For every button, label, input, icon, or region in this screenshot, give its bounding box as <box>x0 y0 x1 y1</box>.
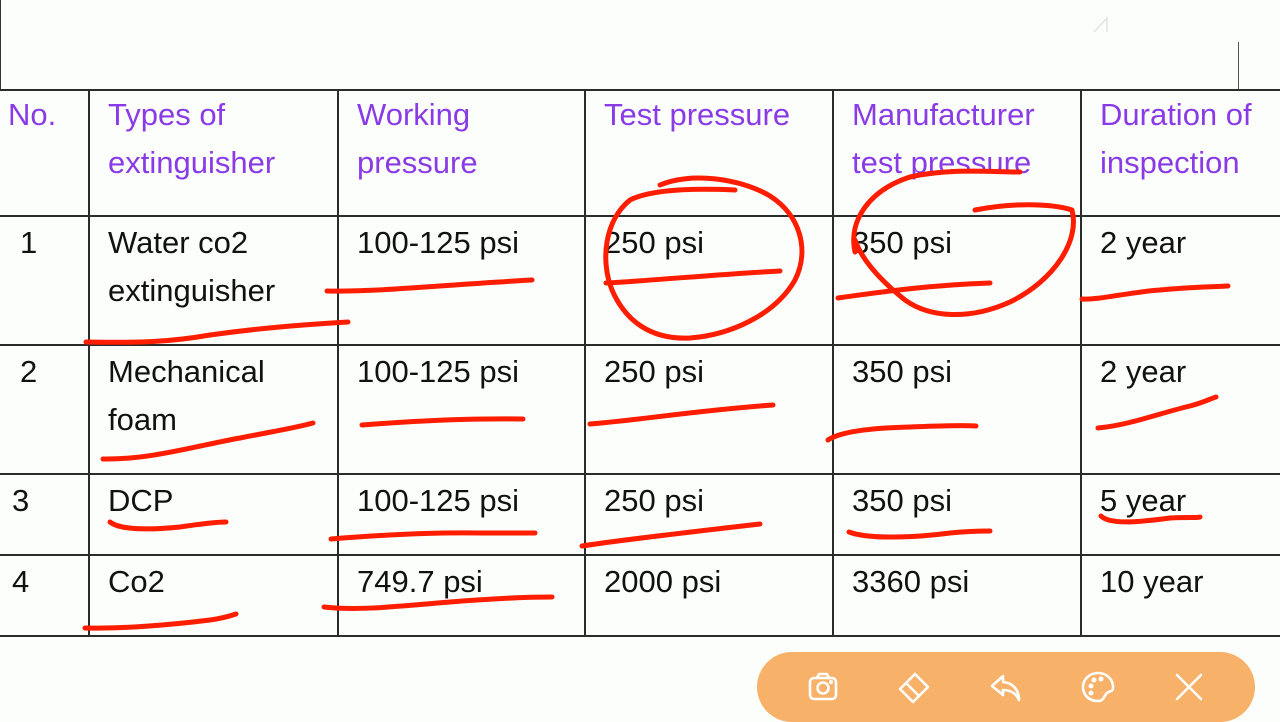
camera-icon <box>808 672 838 701</box>
close-icon <box>1175 673 1203 701</box>
cell-manufacturer-pressure: 350 psi <box>832 473 1082 556</box>
table-header-row: No. Types of extinguisher Working pressu… <box>0 89 1280 217</box>
eraser-icon <box>899 672 930 704</box>
header-test-pressure: Test pressure <box>584 89 834 217</box>
cell-working-pressure: 100-125 psi <box>337 344 586 475</box>
close-button[interactable] <box>1166 664 1212 710</box>
header-no: No. <box>0 89 90 217</box>
cell-no: 1 <box>0 215 90 346</box>
annotation-toolbar <box>757 652 1255 722</box>
cell-no: 2 <box>0 344 90 475</box>
header-type: Types of extinguisher <box>88 89 339 217</box>
eraser-button[interactable] <box>891 664 937 710</box>
undo-icon <box>990 674 1021 702</box>
cell-duration: 2 year <box>1080 215 1280 346</box>
cell-manufacturer-pressure: 3360 psi <box>832 554 1082 637</box>
cell-type: DCP <box>88 473 339 556</box>
cell-manufacturer-pressure: 350 psi <box>832 215 1082 346</box>
color-palette-button[interactable] <box>1075 664 1121 710</box>
cell-working-pressure: 100-125 psi <box>337 215 586 346</box>
table-row: 3 DCP 100-125 psi 250 psi 350 psi 5 year <box>0 473 1280 556</box>
cell-type: Water co2 extinguisher <box>88 215 339 346</box>
table-row: 4 Co2 749.7 psi 2000 psi 3360 psi 10 yea… <box>0 554 1280 637</box>
screenshot-button[interactable] <box>800 664 846 710</box>
cell-duration: 5 year <box>1080 473 1280 556</box>
cell-no: 3 <box>0 473 90 556</box>
cell-manufacturer-pressure: 350 psi <box>832 344 1082 475</box>
cell-duration: 10 year <box>1080 554 1280 637</box>
pen-pointer-icon <box>1093 16 1108 33</box>
undo-button[interactable] <box>983 664 1029 710</box>
text-cursor <box>1238 42 1239 89</box>
cell-test-pressure: 2000 psi <box>584 554 834 637</box>
table-row: 1 Water co2 extinguisher 100-125 psi 250… <box>0 215 1280 346</box>
table-row: 2 Mechanical foam 100-125 psi 250 psi 35… <box>0 344 1280 475</box>
cell-test-pressure: 250 psi <box>584 473 834 556</box>
cell-no: 4 <box>0 554 90 637</box>
extinguisher-table: No. Types of extinguisher Working pressu… <box>0 89 1280 637</box>
palette-icon <box>1081 671 1114 703</box>
header-working-pressure: Working pressure <box>337 89 586 217</box>
cell-working-pressure: 749.7 psi <box>337 554 586 637</box>
cell-test-pressure: 250 psi <box>584 344 834 475</box>
cell-test-pressure: 250 psi <box>584 215 834 346</box>
cell-duration: 2 year <box>1080 344 1280 475</box>
page-left-border <box>0 0 1 90</box>
header-manufacturer-test-pressure: Manufacturer test pressure <box>832 89 1082 217</box>
header-duration: Duration of inspection <box>1080 89 1280 217</box>
cell-working-pressure: 100-125 psi <box>337 473 586 556</box>
cell-type: Co2 <box>88 554 339 637</box>
cell-type: Mechanical foam <box>88 344 339 475</box>
